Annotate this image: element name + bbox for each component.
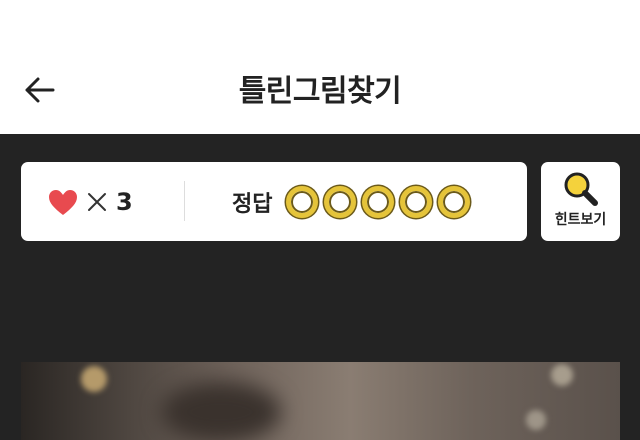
header-bar: 틀린그림찾기 (0, 0, 640, 134)
multiply-icon (88, 193, 106, 211)
status-card: 3 정답 (21, 162, 527, 241)
answer-slot (324, 186, 357, 218)
photo-bokeh (161, 382, 281, 440)
lives-count: 3 (116, 188, 133, 216)
heart-icon (49, 189, 77, 215)
answer-slots (286, 186, 471, 218)
photo-bokeh (81, 366, 107, 392)
answer-slot (400, 186, 433, 218)
hint-label: 힌트보기 (554, 212, 607, 228)
answer-slot (438, 186, 471, 218)
answer-slot (362, 186, 395, 218)
answer-slot (286, 186, 319, 218)
answer-progress: 정답 (232, 182, 471, 222)
photo-bokeh (551, 364, 573, 386)
page-title: 틀린그림찾기 (238, 74, 402, 109)
magnifier-icon (564, 172, 598, 206)
photo-bokeh (526, 410, 546, 430)
answer-label: 정답 (232, 192, 273, 217)
divider (184, 181, 185, 221)
puzzle-image[interactable] (21, 362, 620, 440)
hint-button[interactable]: 힌트보기 (541, 162, 620, 241)
lives-indicator: 3 (48, 184, 133, 220)
